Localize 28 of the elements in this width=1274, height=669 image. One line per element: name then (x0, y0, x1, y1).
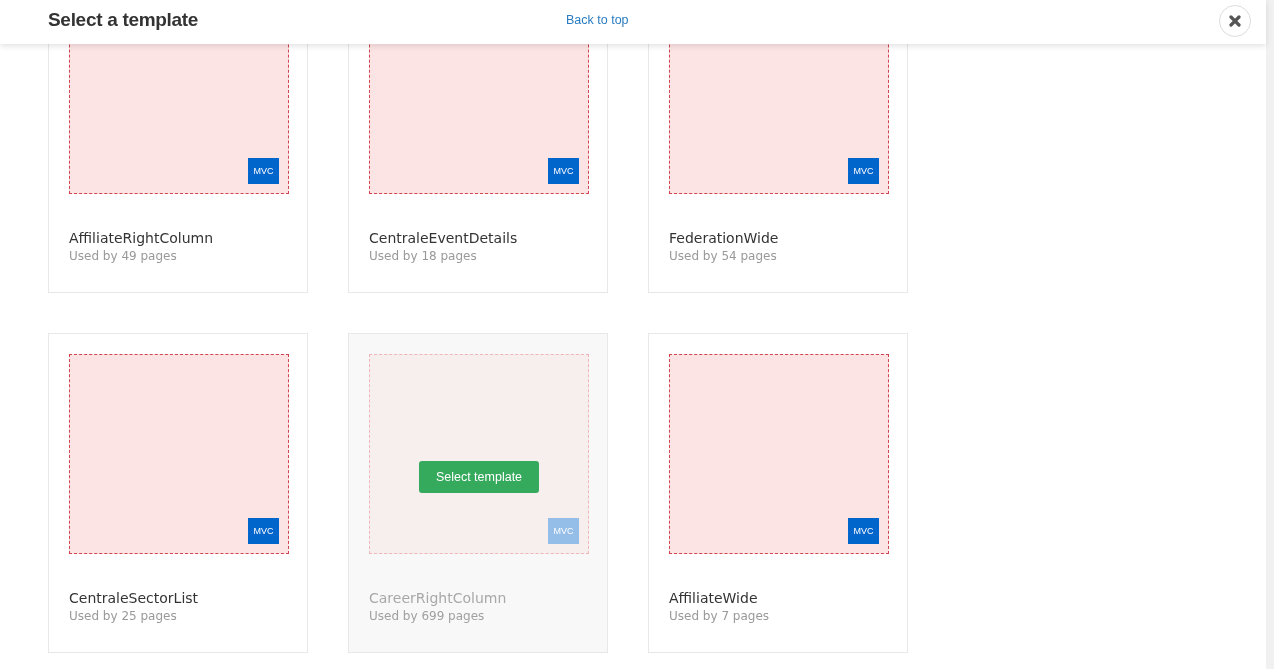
usage-count: Used by 54 pages (669, 249, 778, 263)
page-title: Select a template (48, 9, 199, 31)
close-button[interactable] (1219, 5, 1251, 37)
usage-count: Used by 7 pages (669, 609, 771, 623)
template-card[interactable]: MVC AffiliateRightColumn Used by 49 pages (48, 44, 308, 293)
close-icon (1229, 15, 1241, 27)
template-name: AffiliateWide (669, 590, 759, 606)
template-name: CentraleEventDetails (369, 230, 519, 246)
template-card[interactable]: MVC CentraleEventDetails Used by 18 pages (348, 44, 608, 293)
template-card[interactable]: MVC FederationWide Used by 54 pages (648, 44, 908, 293)
usage-count: Used by 699 pages (369, 609, 486, 623)
usage-count: Used by 25 pages (69, 609, 178, 623)
template-name: CareerRightColumn (369, 590, 508, 606)
template-card[interactable]: MVC AffiliateWide Used by 7 pages (648, 333, 908, 653)
usage-count: Used by 18 pages (369, 249, 478, 263)
template-name: FederationWide (669, 230, 780, 246)
mvc-badge: MVC (548, 158, 579, 184)
mvc-badge: MVC (848, 158, 879, 184)
template-name: AffiliateRightColumn (69, 230, 215, 246)
template-name: CentraleSectorList (69, 590, 200, 606)
mvc-badge: MVC (548, 518, 579, 544)
usage-count: Used by 49 pages (69, 249, 178, 263)
mvc-badge: MVC (848, 518, 879, 544)
back-to-top-link[interactable]: Back to top (566, 13, 629, 27)
scrollbar[interactable] (1266, 0, 1274, 669)
mvc-badge: MVC (248, 158, 279, 184)
mvc-badge: MVC (248, 518, 279, 544)
template-card[interactable]: MVC CentraleSectorList Used by 25 pages (48, 333, 308, 653)
